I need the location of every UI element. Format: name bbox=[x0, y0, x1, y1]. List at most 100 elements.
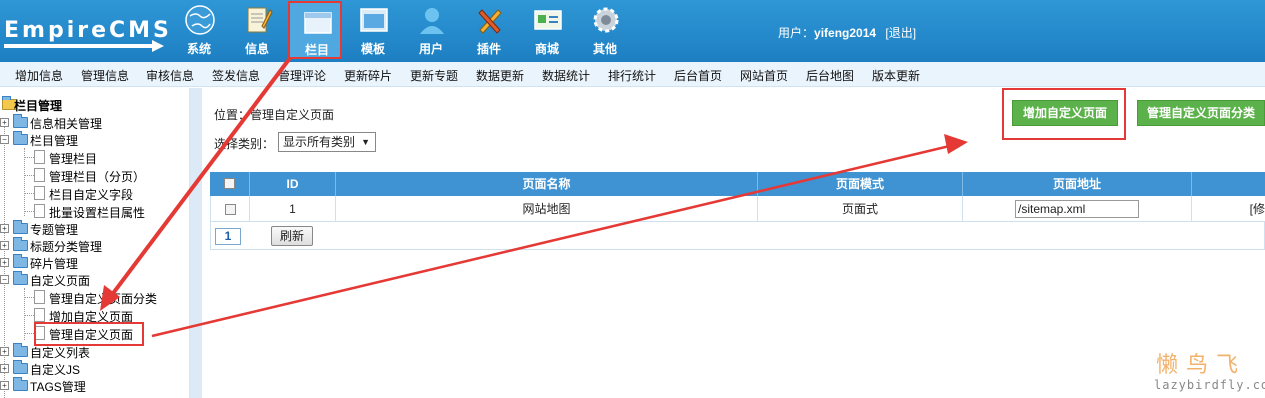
row-select[interactable] bbox=[211, 196, 250, 222]
menu-comments[interactable]: 管理评论 bbox=[278, 67, 326, 84]
menu-check-info[interactable]: 审核信息 bbox=[146, 67, 194, 84]
main-content: 位置：管理自定义页面 选择类别： 显示所有类别 ▼ 增加自定义页面 管理自定义页… bbox=[202, 88, 1265, 398]
expand-icon[interactable]: + bbox=[0, 347, 9, 356]
refresh-button[interactable]: 刷新 bbox=[271, 226, 313, 246]
category-select[interactable]: 显示所有类别 ▼ bbox=[278, 132, 376, 152]
nav-label: 用户 bbox=[418, 42, 443, 56]
expand-icon[interactable]: + bbox=[0, 224, 9, 233]
nav-column[interactable]: 栏目 bbox=[288, 1, 342, 59]
expand-icon[interactable]: + bbox=[0, 381, 9, 390]
page-icon bbox=[34, 150, 45, 164]
sidebar-tree: 栏目管理 + 信息相关管理 − 栏目管理 管理栏目 管理栏目（分页） 栏目自定义… bbox=[0, 88, 190, 398]
page-icon bbox=[34, 186, 45, 200]
menu-add-info[interactable]: 增加信息 bbox=[15, 67, 63, 84]
menu-version-update[interactable]: 版本更新 bbox=[872, 67, 920, 84]
page-icon bbox=[34, 204, 45, 218]
nav-label: 系统 bbox=[186, 42, 211, 56]
nav-other[interactable]: 其他 bbox=[578, 0, 632, 62]
nav-shop[interactable]: 商城 bbox=[520, 0, 574, 62]
watermark: 懒鸟飞 lazybirdfly.com bbox=[1150, 345, 1265, 398]
watermark-site: lazybirdfly.com bbox=[1154, 378, 1265, 392]
page-icon bbox=[34, 290, 45, 304]
nav-label: 模板 bbox=[360, 42, 385, 56]
table-header: ID 页面名称 页面模式 页面地址 bbox=[210, 172, 1265, 196]
folder-icon bbox=[13, 237, 28, 251]
page-number[interactable]: 1 bbox=[215, 228, 241, 245]
menu-update-topics[interactable]: 更新专题 bbox=[410, 67, 458, 84]
tree-root-label: 栏目管理 bbox=[14, 99, 63, 113]
nav-label: 插件 bbox=[476, 42, 501, 56]
template-icon bbox=[360, 8, 388, 32]
watermark-logo: 懒鸟飞 bbox=[1156, 352, 1247, 377]
user-info: 用户：yifeng2014 [退出] bbox=[778, 26, 917, 40]
cell-actions[interactable]: [修 bbox=[1192, 196, 1265, 222]
cell-page-url: /sitemap.xml bbox=[963, 196, 1192, 222]
menu-site-home[interactable]: 网站首页 bbox=[740, 67, 788, 84]
expand-icon[interactable]: + bbox=[0, 364, 9, 373]
folder-icon bbox=[13, 360, 28, 374]
top-header: EmpireCMS 系统 信息 栏目 模板 用户 插件 商城 其他 用户：yif… bbox=[0, 0, 1265, 62]
menu-admin-map[interactable]: 后台地图 bbox=[806, 67, 854, 84]
sidebar-splitter[interactable] bbox=[190, 88, 202, 398]
menu-manage-info[interactable]: 管理信息 bbox=[81, 67, 129, 84]
header-page-url: 页面地址 bbox=[963, 172, 1192, 196]
nav-label: 其他 bbox=[592, 42, 617, 56]
breadcrumb-current[interactable]: 管理自定义页面 bbox=[250, 108, 334, 122]
cell-page-name[interactable]: 网站地图 bbox=[336, 196, 758, 222]
header-page-mode: 页面模式 bbox=[758, 172, 963, 196]
globe-icon bbox=[185, 5, 215, 35]
tools-icon bbox=[478, 9, 502, 34]
folder-open-icon bbox=[13, 271, 28, 285]
collapse-icon[interactable]: − bbox=[0, 135, 9, 144]
select-all-checkbox[interactable] bbox=[224, 178, 235, 189]
tree-root[interactable]: 栏目管理 bbox=[0, 96, 189, 113]
page-icon bbox=[34, 308, 45, 322]
card-icon bbox=[534, 10, 562, 30]
empirecms-logo[interactable]: EmpireCMS bbox=[4, 14, 169, 54]
menu-admin-home[interactable]: 后台首页 bbox=[674, 67, 722, 84]
page-url-input[interactable]: /sitemap.xml bbox=[1015, 200, 1139, 218]
menu-update-fragments[interactable]: 更新碎片 bbox=[344, 67, 392, 84]
user-icon bbox=[420, 8, 444, 34]
logo-text: EmpireCMS bbox=[4, 18, 172, 43]
chevron-down-icon: ▼ bbox=[361, 137, 370, 147]
menu-rank-stats[interactable]: 排行统计 bbox=[608, 67, 656, 84]
nav-system[interactable]: 系统 bbox=[172, 0, 226, 62]
expand-icon[interactable]: + bbox=[0, 258, 9, 267]
nav-plugin[interactable]: 插件 bbox=[462, 0, 516, 62]
manage-page-class-button[interactable]: 管理自定义页面分类 bbox=[1137, 100, 1265, 126]
nav-user[interactable]: 用户 bbox=[404, 0, 458, 62]
header-id: ID bbox=[250, 172, 336, 196]
folder-open-icon bbox=[13, 131, 28, 145]
folder-icon bbox=[13, 114, 28, 128]
collapse-icon[interactable]: − bbox=[0, 275, 9, 284]
window-icon bbox=[304, 12, 332, 34]
notepad-icon bbox=[247, 7, 273, 33]
nav-info[interactable]: 信息 bbox=[230, 0, 284, 62]
header-page-name: 页面名称 bbox=[336, 172, 758, 196]
breadcrumb: 位置：管理自定义页面 bbox=[214, 108, 335, 122]
menu-data-stats[interactable]: 数据统计 bbox=[542, 67, 590, 84]
logout-link[interactable]: [退出] bbox=[885, 26, 916, 40]
nav-template[interactable]: 模板 bbox=[346, 0, 400, 62]
table-row: 1 网站地图 页面式 /sitemap.xml [修 bbox=[210, 196, 1265, 222]
folder-icon bbox=[13, 343, 28, 357]
expand-icon[interactable]: + bbox=[0, 118, 9, 127]
username: yifeng2014 bbox=[814, 26, 877, 40]
menu-data-update[interactable]: 数据更新 bbox=[476, 67, 524, 84]
header-select-all[interactable] bbox=[210, 172, 250, 196]
cell-id: 1 bbox=[250, 196, 336, 222]
highlight-box bbox=[34, 322, 144, 346]
nav-label: 栏目 bbox=[304, 43, 329, 57]
row-checkbox[interactable] bbox=[225, 204, 236, 215]
expand-icon[interactable]: + bbox=[0, 241, 9, 250]
gear-icon bbox=[593, 7, 619, 33]
folder-icon bbox=[13, 254, 28, 268]
folder-icon bbox=[13, 220, 28, 234]
nav-label: 信息 bbox=[244, 42, 269, 56]
nav-label: 商城 bbox=[534, 42, 559, 56]
table-footer: 1 刷新 bbox=[210, 222, 1265, 250]
add-custom-page-button[interactable]: 增加自定义页面 bbox=[1012, 100, 1118, 126]
menu-sign-info[interactable]: 签发信息 bbox=[212, 67, 260, 84]
folder-icon bbox=[13, 377, 28, 391]
